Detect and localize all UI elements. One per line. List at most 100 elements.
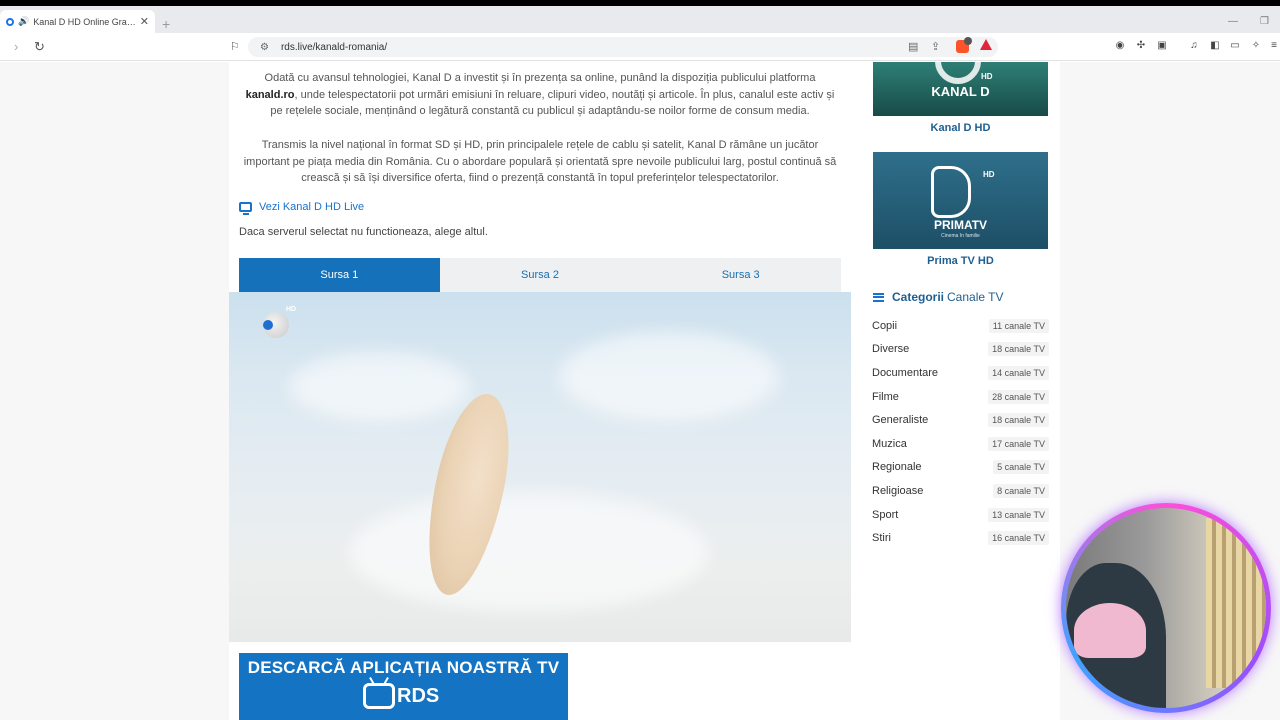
category-item[interactable]: Sport 13 canale TV (872, 503, 1049, 527)
kanal-d-logo-ring (935, 62, 981, 84)
menu-icon[interactable]: ≡ (1268, 40, 1280, 52)
category-count: 17 canale TV (988, 436, 1049, 451)
forward-icon[interactable]: › (14, 39, 18, 54)
article-paragraph-1: Odată cu avansul tehnologiei, Kanal D a … (240, 70, 840, 120)
webcam-hat (1074, 603, 1146, 658)
media-controls-icon[interactable]: ♫ (1188, 40, 1200, 52)
browser-tab[interactable]: 🔊 Kanal D HD Online Gratis - RDS ✕ (0, 10, 155, 33)
category-item[interactable]: Filme 28 canale TV (872, 385, 1049, 409)
wallet-icon[interactable]: ▭ (1229, 40, 1241, 52)
monitor-icon (239, 202, 252, 215)
site-favicon-icon (6, 17, 14, 26)
cloud (349, 492, 709, 612)
list-icon (873, 292, 884, 302)
app-banner-text: DESCARCĂ APLICAȚIA NOASTRĂ TV (247, 658, 560, 677)
category-count: 18 canale TV (988, 413, 1049, 428)
source-tabs: Sursa 1 Sursa 2 Sursa 3 (239, 258, 841, 292)
tab-sursa-2[interactable]: Sursa 2 (440, 258, 641, 292)
category-name: Diverse (872, 343, 910, 356)
category-count: 28 canale TV (988, 389, 1049, 404)
new-tab-icon[interactable]: + (162, 16, 170, 32)
server-note: Daca serverul selectat nu functioneaza, … (239, 226, 488, 238)
shields-count-badge (964, 37, 972, 45)
close-tab-icon[interactable]: ✕ (140, 15, 149, 28)
video-player[interactable]: HD (229, 292, 851, 642)
kanal-d-thumbnail[interactable]: HD KANAL D (873, 62, 1048, 116)
kanald-site-link[interactable]: kanald.ro (246, 89, 295, 101)
app-download-banner[interactable]: DESCARCĂ APLICAȚIA NOASTRĂ TV RDS (239, 653, 568, 720)
address-bar[interactable]: ⚙ rds.live/kanald-romania/ (248, 37, 998, 57)
tab-sursa-3[interactable]: Sursa 3 (640, 258, 841, 292)
category-count: 18 canale TV (988, 342, 1049, 357)
category-item[interactable]: Regionale 5 canale TV (872, 456, 1049, 480)
category-count: 16 canale TV (988, 531, 1049, 546)
site-info-icon[interactable]: ⚙ (260, 42, 269, 53)
speaker-icon[interactable]: 🔊 (18, 16, 29, 27)
prima-tv-logo-icon (931, 166, 971, 218)
share-icon[interactable]: ⇪ (931, 40, 940, 53)
browser-toolbar: ‹ › ↻ ⚐ ⚙ rds.live/kanald-romania/ ▤ ⇪ (0, 33, 1280, 61)
channel-card-kanal-d[interactable]: HD KANAL D Kanal D HD (873, 62, 1048, 134)
category-name: Filme (872, 390, 899, 403)
rds-logo-text: RDS (397, 684, 440, 707)
cloud (559, 332, 779, 422)
kanal-d-logo-hd: HD (981, 72, 993, 81)
extensions-puzzle-icon[interactable]: ✣ (1135, 40, 1147, 52)
category-item[interactable]: Generaliste 18 canale TV (872, 408, 1049, 432)
page-gutter-left (0, 62, 229, 720)
webcam-overlay (1061, 503, 1271, 713)
category-item[interactable]: Documentare 14 canale TV (872, 361, 1049, 385)
brave-rewards-icon[interactable] (980, 39, 992, 50)
article-paragraph-2: Transmis la nivel național în format SD … (243, 139, 837, 185)
kanal-d-logo-text: KANAL D (931, 84, 990, 99)
sidebar-toggle-icon[interactable]: ◧ (1209, 40, 1221, 52)
category-count: 5 canale TV (993, 460, 1049, 475)
reader-mode-icon[interactable]: ▤ (908, 40, 918, 53)
leo-ai-icon[interactable]: ✧ (1250, 40, 1262, 52)
category-name: Regionale (872, 461, 922, 474)
category-item[interactable]: Religioase 8 canale TV (872, 479, 1049, 503)
categories-heading: Categorii Canale TV (873, 290, 1004, 304)
rds-logo: RDS (363, 683, 439, 709)
channel-name[interactable]: Kanal D HD (873, 122, 1048, 134)
category-item[interactable]: Stiri 16 canale TV (872, 526, 1049, 550)
category-item[interactable]: Muzica 17 canale TV (872, 432, 1049, 456)
category-name: Sport (872, 508, 899, 521)
minimize-icon[interactable]: — (1228, 16, 1238, 27)
category-count: 13 canale TV (988, 507, 1049, 522)
paragraph-text: Odată cu avansul tehnologiei, Kanal D a … (264, 72, 816, 84)
webcam-feed (1066, 508, 1266, 708)
tv-icon (363, 683, 395, 709)
screenshot-icon[interactable]: ▣ (1156, 40, 1168, 52)
category-count: 11 canale TV (988, 318, 1049, 333)
category-list: Copii 11 canale TV Diverse 18 canale TV Do… (872, 314, 1049, 550)
paragraph-text: , unde telespectatorii pot urmări emisiu… (270, 88, 835, 118)
prima-tv-logo-tagline: Cinema în familie (941, 233, 980, 239)
channel-name[interactable]: Prima TV HD (873, 255, 1048, 267)
prima-tv-logo-text: PRIMATV (933, 218, 988, 232)
restore-window-icon[interactable]: ❐ (1260, 16, 1269, 27)
extension-icon[interactable]: ◉ (1114, 40, 1126, 52)
cloud (289, 352, 469, 422)
category-name: Stiri (872, 532, 891, 545)
watch-live-link[interactable]: Vezi Kanal D HD Live (239, 201, 365, 215)
category-name: Copii (872, 319, 898, 332)
category-name: Muzica (872, 437, 907, 450)
category-item[interactable]: Diverse 18 canale TV (872, 338, 1049, 362)
category-count: 14 canale TV (988, 365, 1049, 380)
prima-tv-thumbnail[interactable]: HD PRIMATV Cinema în familie (873, 152, 1048, 249)
reload-icon[interactable]: ↻ (34, 39, 45, 55)
tab-sursa-1[interactable]: Sursa 1 (239, 258, 440, 292)
channel-logo-hd: HD (286, 306, 297, 313)
category-item[interactable]: Copii 11 canale TV (872, 314, 1049, 338)
channel-card-prima-tv[interactable]: HD PRIMATV Cinema în familie Prima TV HD (873, 152, 1048, 267)
categories-heading-rest: Canale TV (947, 290, 1004, 304)
bookmark-icon[interactable]: ⚐ (230, 40, 240, 53)
prima-tv-logo-hd: HD (983, 170, 995, 179)
tab-title: Kanal D HD Online Gratis - RDS (33, 16, 136, 27)
categories-heading-bold: Categorii (892, 290, 945, 304)
watch-live-label: Vezi Kanal D HD Live (259, 201, 365, 213)
channel-logo-dot (263, 320, 273, 330)
webcam-background-window (1206, 518, 1266, 688)
category-name: Documentare (872, 366, 939, 379)
